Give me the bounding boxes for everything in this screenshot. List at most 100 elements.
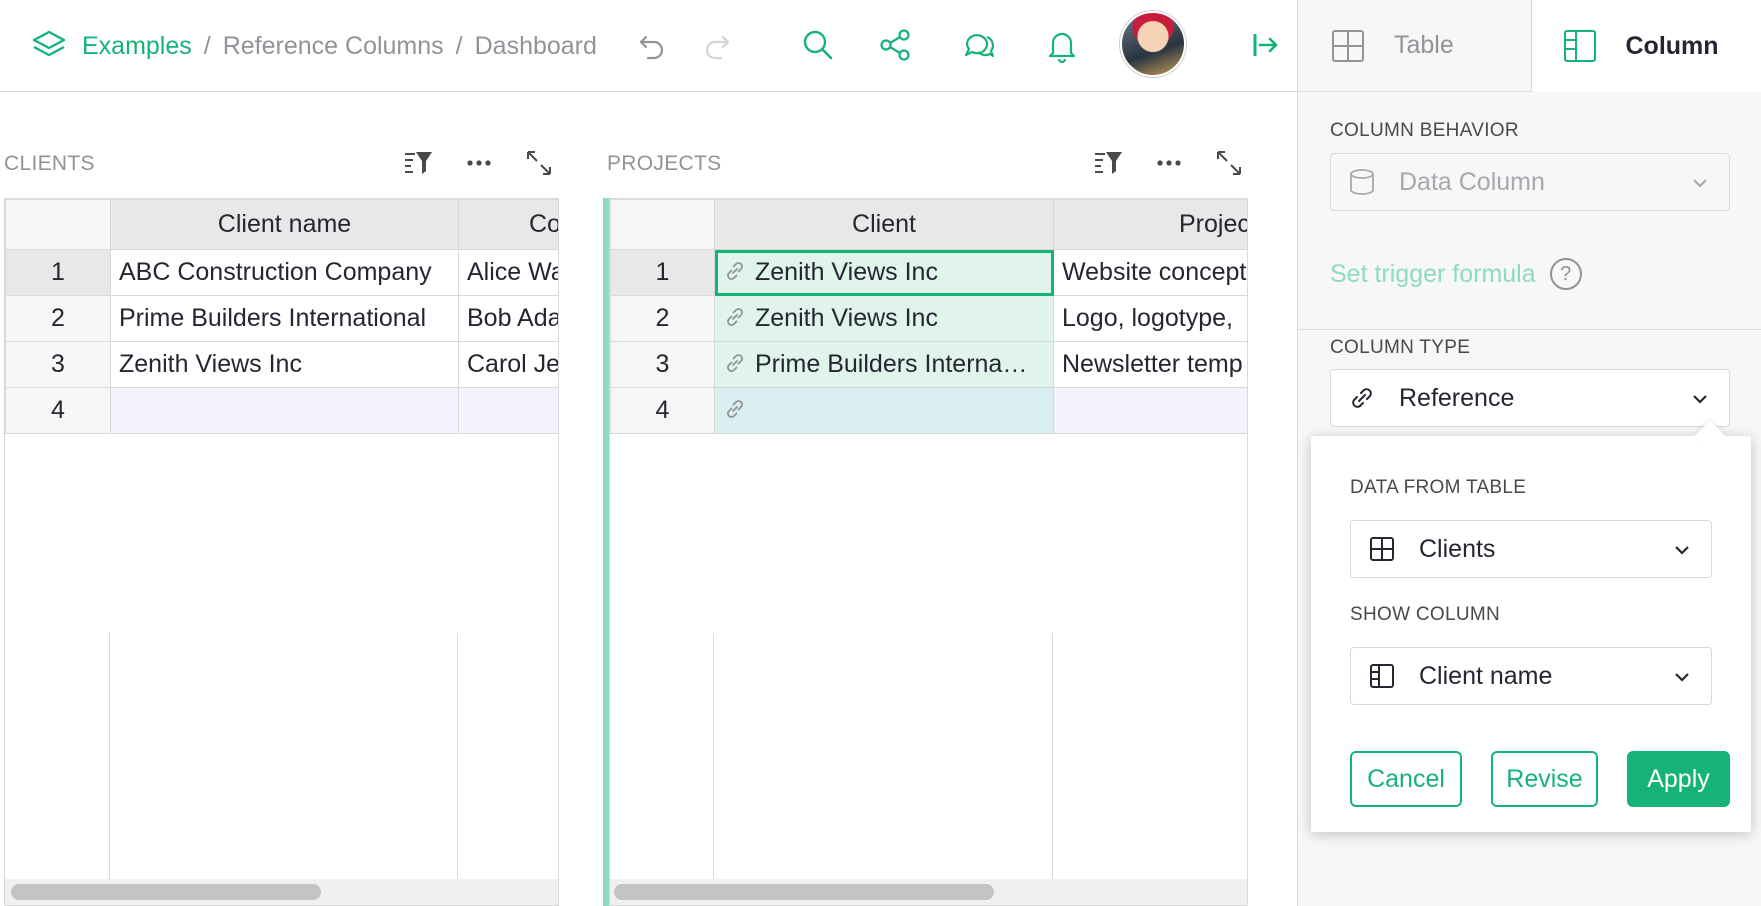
corner-cell[interactable] <box>610 199 715 250</box>
column-behavior-label: COLUMN BEHAVIOR <box>1330 120 1519 141</box>
projects-table: Client Projec 1 Zenith Views Inc Website… <box>610 199 1247 434</box>
header-row: Client Projec <box>610 199 1247 250</box>
table-icon <box>1332 29 1364 62</box>
tab-column-label: Column <box>1625 31 1719 60</box>
redo-icon[interactable] <box>697 22 737 68</box>
reference-value: Zenith Views Inc <box>755 258 938 286</box>
link-icon <box>727 354 743 372</box>
row-number[interactable]: 1 <box>5 249 111 296</box>
undo-icon[interactable] <box>632 22 672 68</box>
row-number[interactable]: 2 <box>610 295 715 342</box>
set-trigger-formula-label[interactable]: Set trigger formula <box>1330 260 1536 289</box>
projects-section-title[interactable]: PROJECTS <box>607 152 721 176</box>
top-bar: Examples / Reference Columns / Dashboard <box>0 0 1297 92</box>
show-column-value: Client name <box>1419 661 1553 690</box>
row-number[interactable]: 3 <box>5 341 111 388</box>
table-cell[interactable]: Logo, logotype, <box>1053 295 1247 342</box>
expand-section-icon[interactable] <box>1212 146 1246 180</box>
sort-filter-icon[interactable] <box>1091 146 1125 180</box>
data-from-table-select[interactable]: Clients <box>1350 520 1712 578</box>
header-row: Client name Co <box>5 199 558 250</box>
table-cell[interactable]: Prime Builders International <box>110 295 459 342</box>
clients-table: Client name Co 1 ABC Construction Compan… <box>5 199 558 434</box>
row-number[interactable]: 4 <box>610 387 715 434</box>
breadcrumb-document[interactable]: Reference Columns <box>223 32 444 61</box>
reference-cell[interactable]: Zenith Views Inc <box>714 295 1054 342</box>
help-icon[interactable]: ? <box>1549 258 1582 290</box>
clients-grid: Client name Co 1 ABC Construction Compan… <box>4 198 559 906</box>
tab-table[interactable]: Table <box>1298 0 1532 92</box>
table-cell[interactable] <box>110 387 459 434</box>
panel-toggle-icon[interactable] <box>1245 22 1285 68</box>
column-header[interactable]: Client <box>714 199 1054 250</box>
corner-cell[interactable] <box>5 199 111 250</box>
link-icon <box>1352 388 1372 408</box>
column-behavior-value: Data Column <box>1399 167 1545 196</box>
reference-cell[interactable]: Zenith Views Inc <box>714 249 1054 296</box>
column-header[interactable]: Projec <box>1053 199 1247 250</box>
more-options-icon[interactable] <box>462 146 496 180</box>
chevron-down-icon <box>1693 395 1707 404</box>
row-number-gutter <box>610 633 714 879</box>
column-settings: COLUMN BEHAVIOR Data Column Set trigger … <box>1298 92 1761 906</box>
tab-column[interactable]: Column <box>1531 0 1761 92</box>
account-avatar[interactable] <box>1120 11 1186 77</box>
share-icon[interactable] <box>875 22 915 68</box>
more-options-icon[interactable] <box>1152 146 1186 180</box>
table-row: 3 Zenith Views Inc Carol Je <box>5 341 558 388</box>
column-behavior-select[interactable]: Data Column <box>1330 153 1730 211</box>
grist-logo-icon[interactable] <box>30 27 68 65</box>
cancel-button[interactable]: Cancel <box>1350 751 1462 807</box>
table-cell[interactable] <box>1053 387 1247 434</box>
table-cell[interactable]: Alice Wa <box>458 249 558 296</box>
table-cell[interactable]: Newsletter temp <box>1053 341 1247 388</box>
table-cell[interactable]: Website concept <box>1053 249 1247 296</box>
column-type-select[interactable]: Reference <box>1330 369 1730 427</box>
row-number[interactable]: 1 <box>610 249 715 296</box>
column-type-label: COLUMN TYPE <box>1330 337 1471 358</box>
table-cell[interactable]: Bob Ada <box>458 295 558 342</box>
notifications-icon[interactable] <box>1042 22 1082 68</box>
search-icon[interactable] <box>798 22 838 68</box>
apply-button[interactable]: Apply <box>1627 751 1730 807</box>
horizontal-scrollbar[interactable] <box>610 879 1247 905</box>
show-column-select[interactable]: Client name <box>1350 647 1712 705</box>
column-icon <box>1563 30 1596 62</box>
table-cell[interactable]: ABC Construction Company <box>110 249 459 296</box>
expand-section-icon[interactable] <box>522 146 556 180</box>
breadcrumb-page[interactable]: Dashboard <box>475 32 597 61</box>
table-cell[interactable] <box>458 387 558 434</box>
reference-cell[interactable] <box>714 387 1054 434</box>
reference-value: Zenith Views Inc <box>755 304 938 332</box>
set-trigger-formula[interactable]: Set trigger formula ? <box>1330 258 1582 290</box>
table-row: 1 ABC Construction Company Alice Wa <box>5 249 558 296</box>
table-cell[interactable]: Carol Je <box>458 341 558 388</box>
row-number[interactable]: 3 <box>610 341 715 388</box>
revise-button[interactable]: Revise <box>1491 751 1598 807</box>
scrollbar-thumb[interactable] <box>614 884 994 900</box>
reference-settings-popup: DATA FROM TABLE Clients SHOW COLUMN Clie… <box>1311 420 1751 832</box>
breadcrumb-separator: / <box>455 31 463 60</box>
comments-icon[interactable] <box>959 22 999 68</box>
panel-tabs: Table Column <box>1298 0 1761 92</box>
breadcrumb-home-link[interactable]: Examples <box>82 32 192 61</box>
clients-section-title[interactable]: CLIENTS <box>4 152 95 176</box>
show-column-label: SHOW COLUMN <box>1350 604 1501 625</box>
row-number[interactable]: 4 <box>5 387 111 434</box>
column-header[interactable]: Client name <box>110 199 459 250</box>
data-from-table-label: DATA FROM TABLE <box>1350 477 1527 498</box>
database-icon <box>1350 169 1374 195</box>
column-header[interactable]: Co <box>458 199 558 250</box>
horizontal-scrollbar[interactable] <box>5 879 558 905</box>
table-row: 1 Zenith Views Inc Website concept <box>610 249 1247 296</box>
column-icon <box>1370 664 1394 688</box>
scrollbar-thumb[interactable] <box>11 884 321 900</box>
column-type-value: Reference <box>1399 383 1515 412</box>
reference-cell[interactable]: Prime Builders Interna… <box>714 341 1054 388</box>
chevron-down-icon <box>1675 673 1689 682</box>
tab-table-label: Table <box>1394 31 1454 59</box>
table-cell[interactable]: Zenith Views Inc <box>110 341 459 388</box>
sort-filter-icon[interactable] <box>401 146 435 180</box>
breadcrumb: Examples / Reference Columns / Dashboard <box>30 0 597 92</box>
row-number[interactable]: 2 <box>5 295 111 342</box>
